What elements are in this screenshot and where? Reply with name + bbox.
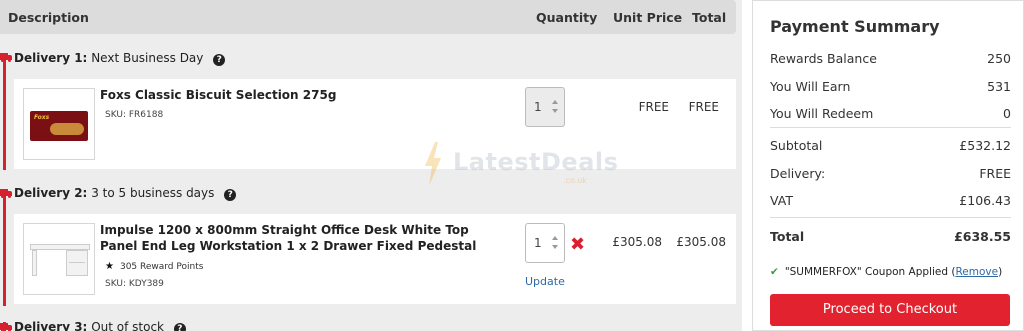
coupon-applied: ✔ "SUMMERFOX" Coupon Applied (Remove) [770, 266, 1003, 278]
cart-item-desk: Impulse 1200 x 800mm Straight Office Des… [14, 214, 736, 304]
product-sku: SKU: FR6188 [105, 110, 164, 120]
reward-points: ★ 305 Reward Points [105, 261, 204, 272]
line-total: £305.08 [676, 235, 726, 249]
truck-icon [0, 323, 12, 331]
delivery-1-detail: Next Business Day [91, 51, 204, 65]
delivery-1-line [3, 60, 6, 170]
quantity-value: 1 [534, 100, 542, 114]
product-name-line2: Panel End Leg Workstation 1 x 2 Drawer F… [100, 239, 477, 253]
update-link[interactable]: Update [525, 275, 565, 288]
watermark-logo: LatestDeals .co.uk [423, 142, 618, 188]
star-icon: ★ [105, 261, 114, 272]
line-total: FREE [688, 100, 719, 114]
delivery-1-title: Delivery 1: Next Business Day ? [14, 51, 226, 66]
product-name-line1: Impulse 1200 x 800mm Straight Office Des… [100, 223, 469, 237]
product-sku: SKU: KDY389 [105, 279, 164, 289]
divider [770, 217, 1011, 218]
unit-price: FREE [638, 100, 669, 114]
cart-item-biscuits: Foxs Foxs Classic Biscuit Selection 275g… [14, 79, 736, 169]
biscuit-box-image: Foxs [30, 111, 88, 141]
delivery-2-detail: 3 to 5 business days [91, 186, 215, 200]
payment-summary: Payment Summary Rewards Balance 250 You … [752, 0, 1024, 331]
delivery-2-line [3, 196, 6, 306]
delivery-1-label: Delivery 1: [14, 51, 88, 65]
remove-coupon-link[interactable]: Remove [955, 266, 998, 278]
proceed-to-checkout-button[interactable]: Proceed to Checkout [770, 294, 1010, 326]
brand-logo: Foxs [34, 114, 50, 121]
header-unit-price: Unit Price [613, 10, 683, 25]
watermark-text: LatestDeals [453, 148, 619, 176]
unit-price: £305.08 [612, 235, 662, 249]
coupon-text: "SUMMERFOX" Coupon Applied ( [784, 266, 956, 278]
truck-icon [0, 189, 12, 198]
divider [770, 127, 1011, 128]
header-quantity: Quantity [536, 10, 598, 25]
check-icon: ✔ [770, 266, 779, 278]
product-name[interactable]: Foxs Classic Biscuit Selection 275g [100, 87, 336, 103]
product-image-biscuits[interactable]: Foxs [23, 88, 95, 160]
cart-table-header: Description Quantity Unit Price Total [0, 0, 736, 34]
remove-icon[interactable]: ✖ [570, 236, 585, 254]
delivery-2-title: Delivery 2: 3 to 5 business days ? [14, 186, 237, 201]
quantity-value: 1 [534, 236, 542, 250]
delivery-3-label: Delivery 3: [14, 320, 88, 331]
truck-icon [0, 53, 12, 62]
quantity-stepper[interactable]: 1 [525, 223, 565, 263]
help-icon[interactable]: ? [224, 189, 237, 201]
product-name[interactable]: Impulse 1200 x 800mm Straight Office Des… [100, 222, 476, 254]
delivery-2-label: Delivery 2: [14, 186, 88, 200]
product-image-desk[interactable] [23, 223, 95, 295]
delivery-3-detail: Out of stock [91, 320, 164, 331]
header-total: Total [692, 10, 727, 25]
spinner-icon[interactable] [551, 99, 559, 115]
bolt-icon [425, 142, 441, 186]
quantity-stepper[interactable]: 1 [525, 87, 565, 127]
header-description: Description [8, 10, 89, 25]
watermark-sub: .co.uk [563, 176, 587, 185]
summary-title: Payment Summary [770, 17, 940, 36]
help-icon[interactable]: ? [213, 54, 226, 66]
spinner-icon[interactable] [551, 235, 559, 251]
delivery-3-title: Delivery 3: Out of stock ? [14, 320, 186, 331]
cart-panel: Description Quantity Unit Price Total De… [0, 0, 742, 331]
help-icon[interactable]: ? [173, 323, 186, 331]
